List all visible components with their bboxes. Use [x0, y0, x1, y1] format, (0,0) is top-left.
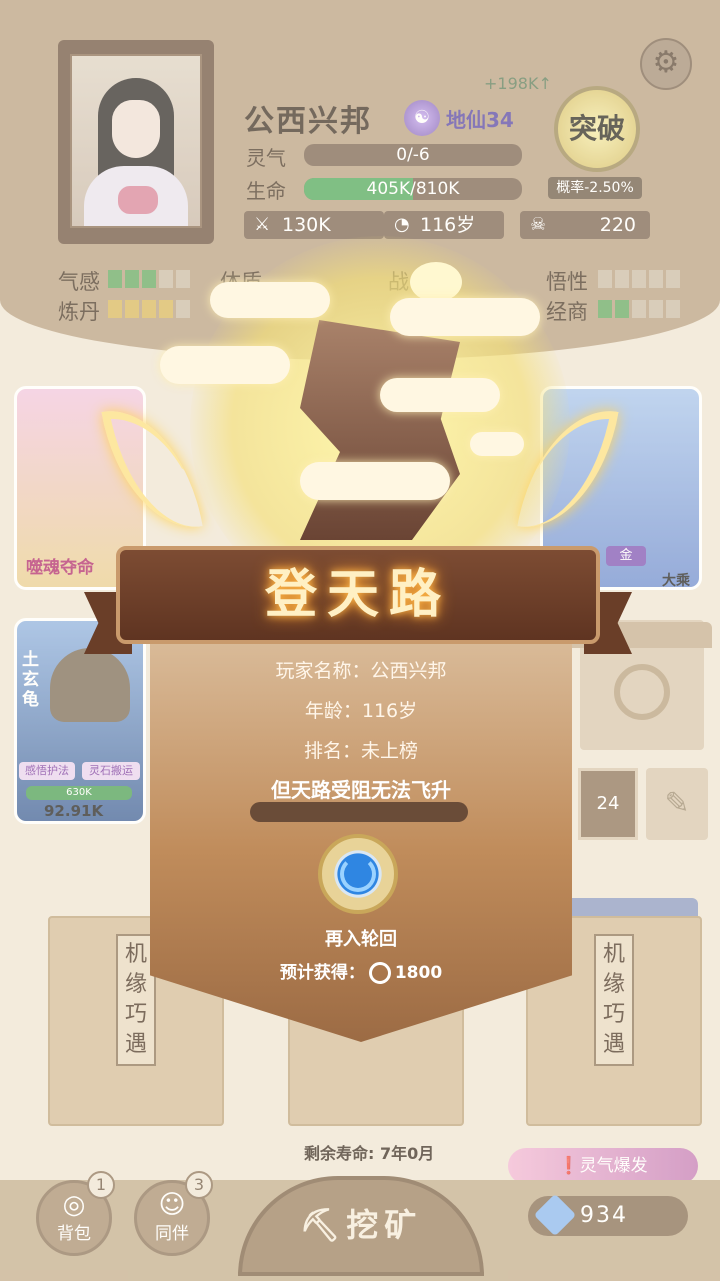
- cloud: [210, 282, 330, 318]
- dialog-title: 登天路: [264, 564, 451, 625]
- floating-mountain: [300, 320, 460, 540]
- ascension-message: 但天路受阻无法飞升: [271, 778, 451, 802]
- age-line: 年龄：116岁: [304, 700, 418, 722]
- cloud: [470, 432, 524, 456]
- dialog-divider-bar: [250, 802, 468, 822]
- rank-line: 排名：未上榜: [303, 740, 418, 762]
- cloud: [300, 462, 450, 500]
- glowing-tree: [410, 262, 462, 302]
- reward-value: 1800: [394, 963, 443, 983]
- reward-prefix: 预计获得：: [279, 963, 365, 983]
- reward-line: 预计获得： 1800: [150, 958, 572, 984]
- swirl-currency-icon: [368, 962, 391, 984]
- cloud: [380, 378, 500, 412]
- rebirth-label: 再入轮回: [325, 929, 397, 950]
- player-name-line: 玩家名称：公西兴邦: [275, 660, 447, 682]
- vortex-icon: [340, 856, 376, 892]
- cloud: [160, 346, 290, 384]
- cloud: [390, 298, 540, 336]
